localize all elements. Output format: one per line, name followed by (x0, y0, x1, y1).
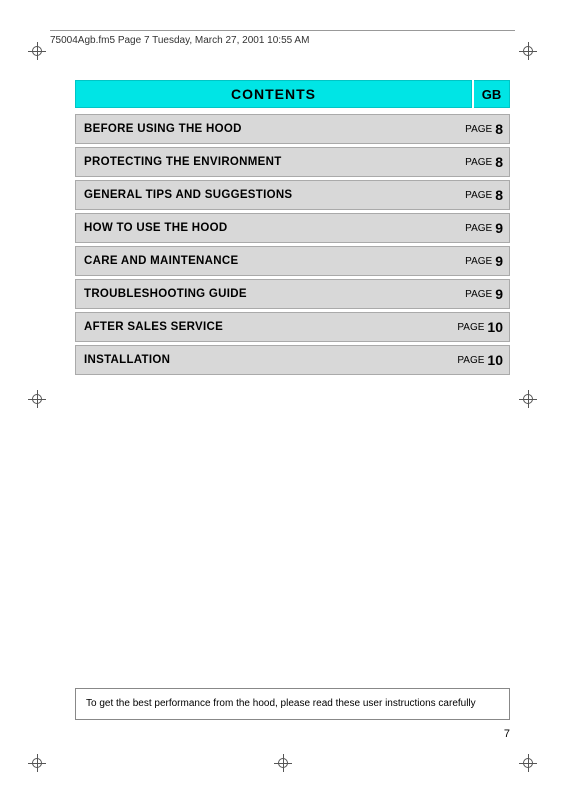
toc-row: PROTECTING THE ENVIRONMENTPAGE8 (75, 147, 510, 177)
toc-row: INSTALLATIONPAGE10 (75, 345, 510, 375)
toc-label: TROUBLESHOOTING GUIDE (76, 280, 439, 308)
toc-page: PAGE8 (439, 115, 509, 143)
toc-page: PAGE8 (439, 148, 509, 176)
toc-page: PAGE9 (439, 214, 509, 242)
crosshair-top-right (519, 42, 537, 60)
crosshair-bottom-center (274, 754, 292, 772)
toc-row: AFTER SALES SERVICEPAGE10 (75, 312, 510, 342)
contents-title: CONTENTS (75, 80, 472, 108)
crosshair-mid-left (28, 390, 46, 408)
file-info: 75004Agb.fm5 Page 7 Tuesday, March 27, 2… (50, 35, 309, 46)
content-area: CONTENTS GB BEFORE USING THE HOODPAGE8PR… (75, 80, 510, 378)
toc-label: PROTECTING THE ENVIRONMENT (76, 148, 439, 176)
toc-row: HOW TO USE THE HOODPAGE9 (75, 213, 510, 243)
toc-label: BEFORE USING THE HOOD (76, 115, 439, 143)
toc-label: INSTALLATION (76, 346, 439, 374)
toc-row: CARE AND MAINTENANCEPAGE9 (75, 246, 510, 276)
toc-page: PAGE9 (439, 247, 509, 275)
toc-label: GENERAL TIPS AND SUGGESTIONS (76, 181, 439, 209)
toc-page: PAGE9 (439, 280, 509, 308)
toc-label: HOW TO USE THE HOOD (76, 214, 439, 242)
header-bar: 75004Agb.fm5 Page 7 Tuesday, March 27, 2… (50, 30, 515, 46)
toc-table: BEFORE USING THE HOODPAGE8PROTECTING THE… (75, 114, 510, 375)
toc-label: CARE AND MAINTENANCE (76, 247, 439, 275)
toc-page: PAGE8 (439, 181, 509, 209)
crosshair-top-left (28, 42, 46, 60)
crosshair-bottom-right (519, 754, 537, 772)
page-number: 7 (504, 728, 510, 740)
gb-label: GB (474, 80, 510, 108)
toc-page: PAGE10 (439, 346, 509, 374)
crosshair-bottom-left (28, 754, 46, 772)
title-row: CONTENTS GB (75, 80, 510, 108)
toc-row: BEFORE USING THE HOODPAGE8 (75, 114, 510, 144)
toc-label: AFTER SALES SERVICE (76, 313, 439, 341)
crosshair-mid-right (519, 390, 537, 408)
page-container: 75004Agb.fm5 Page 7 Tuesday, March 27, 2… (0, 0, 565, 800)
toc-page: PAGE10 (439, 313, 509, 341)
toc-row: GENERAL TIPS AND SUGGESTIONSPAGE8 (75, 180, 510, 210)
toc-row: TROUBLESHOOTING GUIDEPAGE9 (75, 279, 510, 309)
footer-note: To get the best performance from the hoo… (75, 688, 510, 720)
